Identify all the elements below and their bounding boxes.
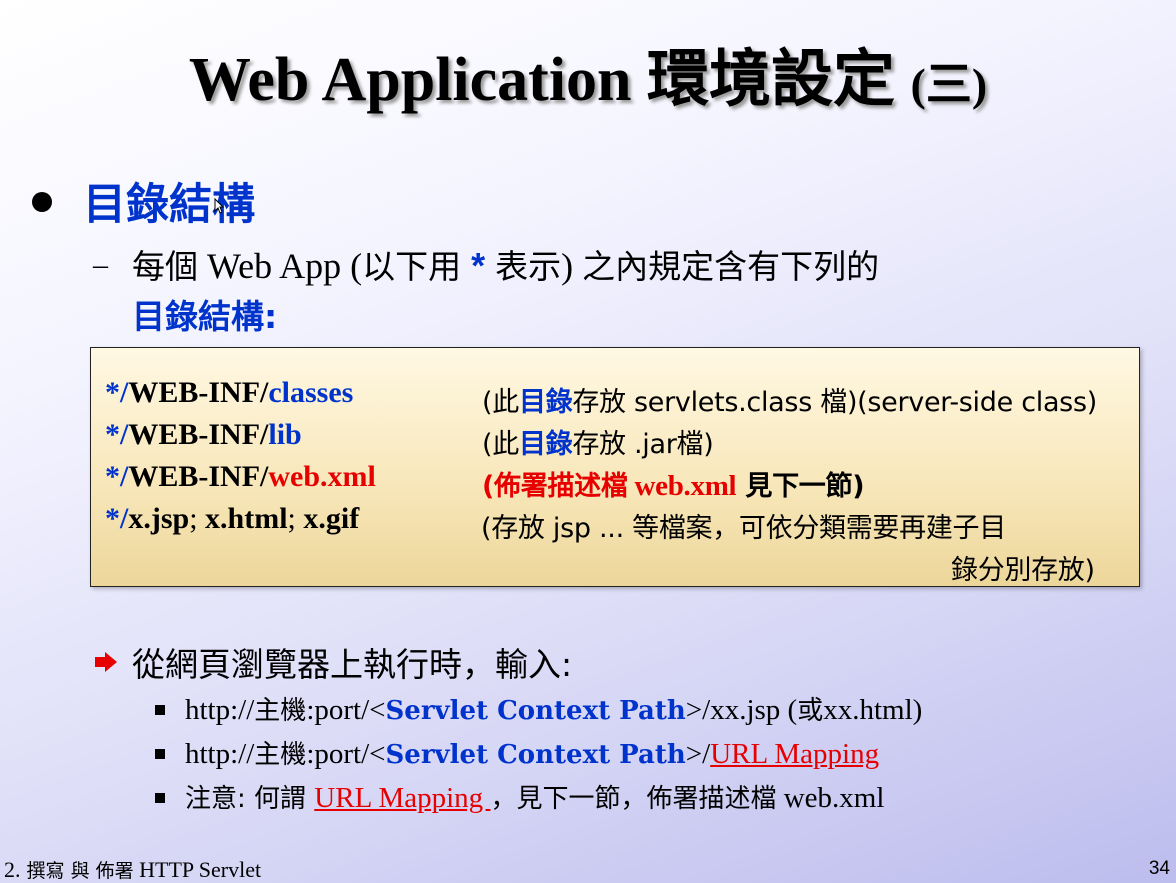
note-part: (此 <box>482 387 519 418</box>
note-part: 注意: 何謂 <box>185 784 315 814</box>
footer-part: HTTP Servlet <box>133 857 262 882</box>
sub-text-part: ) <box>561 246 583 286</box>
section-heading: 目錄結構 <box>83 180 255 230</box>
note-part: (此 <box>482 429 519 460</box>
square-bullet-icon <box>155 749 165 759</box>
url-part: >/xx.jsp ( <box>685 694 798 726</box>
note-part: 存放 .jar檔) <box>572 429 714 460</box>
path-sep: ; <box>189 502 206 535</box>
url-item-text: http://主機:port/<Servlet Context Path>/xx… <box>185 690 922 727</box>
url-part: http:// <box>185 694 255 726</box>
url-mapping-link[interactable]: URL Mapping <box>314 782 490 814</box>
slide-title: Web Application 環境設定 (三) <box>0 40 1176 125</box>
path-file: x.html <box>205 502 288 535</box>
directory-structure-box: */WEB-INF/classes (此目錄存放 servlets.class … <box>90 347 1140 587</box>
dir-path: */WEB-INF/classes <box>105 376 353 410</box>
path-star: */ <box>105 460 129 493</box>
square-bullet-icon <box>155 705 165 715</box>
url-part: 主機 <box>254 740 307 770</box>
arrow-bullet-text: 從網頁瀏覽器上執行時，輸入: <box>132 645 573 684</box>
path-sep: ; <box>287 502 304 535</box>
page-number: 34 <box>1148 858 1170 879</box>
note-keyword: web.xml <box>627 470 737 502</box>
footer-part: 2. <box>4 857 21 882</box>
sub-bullet-text: 每個 Web App (以下用 * 表示) 之內規定含有下列的 <box>132 240 879 288</box>
url-item-text: http://主機:port/<Servlet Context Path>/UR… <box>185 734 879 771</box>
url-part: 或 <box>797 696 824 726</box>
sub-bullet-dash: – <box>93 248 108 281</box>
url-mapping-link[interactable]: URL Mapping <box>710 738 879 770</box>
sub-text-part: 表示 <box>495 247 562 286</box>
square-bullet-icon <box>155 793 165 803</box>
note-keyword: 目錄 <box>518 387 573 418</box>
slide-title-suffix: (三) <box>910 59 988 110</box>
note-keyword: 佈署描述檔 <box>494 471 628 502</box>
dir-note: (存放 jsp ... 等檔案，可依分類需要再建子目 <box>481 506 1006 545</box>
url-part: :port/< <box>306 694 386 726</box>
dir-path: */WEB-INF/web.xml <box>105 460 376 494</box>
note-part: 見下一節) <box>736 471 865 502</box>
dir-note: 錄分別存放) <box>951 548 1095 587</box>
arrow-right-icon <box>95 652 117 672</box>
dir-path: */x.jsp; x.html; x.gif <box>105 502 359 536</box>
path-file: x.jsp <box>128 502 190 535</box>
path-star: */ <box>105 502 129 535</box>
url-part: 主機 <box>254 696 307 726</box>
dir-note: (此目錄存放 .jar檔) <box>482 422 714 461</box>
note-part: (存放 jsp ... 等檔案，可依分類需要再建子目 <box>481 513 1006 544</box>
path-lib: lib <box>268 418 302 451</box>
dir-note: (此目錄存放 servlets.class 檔)(server-side cla… <box>482 380 1097 419</box>
dir-note: (佈署描述檔 web.xml 見下一節) <box>482 464 865 503</box>
url-part: http:// <box>185 738 255 770</box>
mouse-cursor-icon <box>214 198 224 214</box>
dir-path: */WEB-INF/lib <box>105 418 302 452</box>
context-path: Servlet Context Path <box>385 740 686 770</box>
note-part: 存放 servlets.class 檔)(server-side class) <box>572 387 1097 418</box>
note-part: 錄分別存放) <box>951 555 1095 586</box>
path-star: */ <box>105 418 129 451</box>
note-part: ( <box>482 471 495 502</box>
url-part: >/ <box>685 738 711 770</box>
path-file: x.gif <box>303 502 360 535</box>
note-part: ，見下一節，佈署描述檔 <box>490 784 777 814</box>
url-part: :port/< <box>306 738 386 770</box>
slide-title-text: Web Application 環境設定 <box>188 46 896 114</box>
url-part: xx.html) <box>823 694 923 726</box>
path-webxml: web.xml <box>268 460 376 493</box>
path-webinf: WEB-INF/ <box>128 418 269 451</box>
path-webinf: WEB-INF/ <box>128 376 269 409</box>
path-classes: classes <box>268 376 354 409</box>
note-item-text: 注意: 何謂 URL Mapping ，見下一節，佈署描述檔 web.xml <box>185 778 884 815</box>
path-star: */ <box>105 376 129 409</box>
footer-chapter: 2. 撰寫 與 佈署 HTTP Servlet <box>4 856 261 883</box>
sub-text-part: 以下用 <box>362 247 462 286</box>
path-webinf: WEB-INF/ <box>128 460 269 493</box>
footer-part: 撰寫 與 佈署 <box>20 860 134 882</box>
sub-text-part: 之內規定含有下列的 <box>582 247 880 286</box>
context-path: Servlet Context Path <box>385 696 686 726</box>
note-part: web.xml <box>776 782 885 814</box>
note-keyword: 目錄 <box>518 429 573 460</box>
sub-bullet-heading: 目錄結構: <box>132 297 278 336</box>
sub-text-part: 每個 <box>132 247 198 286</box>
bullet-dot-icon <box>32 192 52 212</box>
star-symbol: * <box>461 245 496 286</box>
sub-text-part: Web App ( <box>198 246 363 286</box>
